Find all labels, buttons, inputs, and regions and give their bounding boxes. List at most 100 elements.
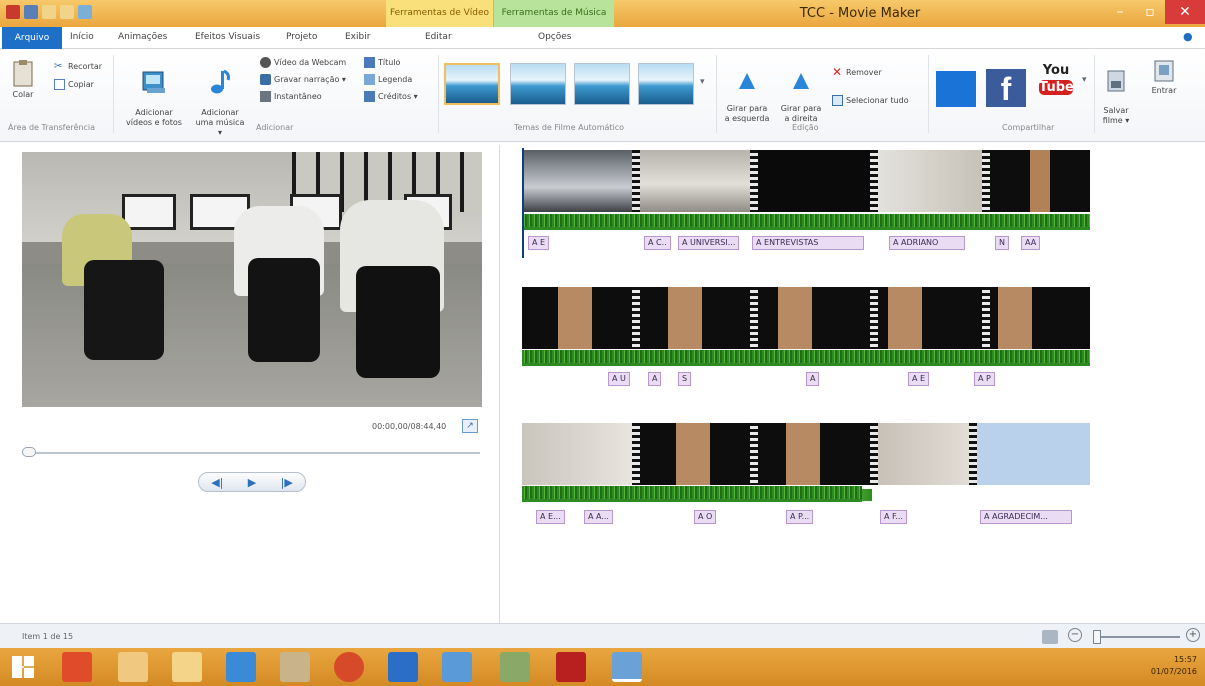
taskbar-app-icon[interactable] [280, 652, 310, 682]
taskbar-app-icon[interactable] [388, 652, 418, 682]
play-button[interactable]: ▶ [248, 476, 256, 489]
taskbar-movie-maker-icon[interactable] [612, 652, 642, 682]
seek-thumb[interactable] [22, 447, 36, 457]
caption-tag[interactable]: N [995, 236, 1009, 250]
tab-visual-effects[interactable]: Efeitos Visuais [195, 32, 260, 42]
tab-edit[interactable]: Editar [425, 32, 452, 42]
theme-thumbnail-contemporary[interactable] [510, 63, 566, 105]
caption-tag[interactable]: AA [1021, 236, 1041, 250]
select-all-button[interactable]: Selecionar tudo [832, 95, 909, 106]
taskbar-app-icon[interactable] [118, 652, 148, 682]
caption-tag[interactable]: A UNIVERSI... [678, 236, 740, 250]
taskbar-acrobat-icon[interactable] [556, 652, 586, 682]
tab-options[interactable]: Opções [538, 32, 571, 42]
rotate-right-button[interactable]: Girar para a direita [776, 61, 826, 124]
youtube-share-icon[interactable]: You Tube [1036, 63, 1076, 109]
video-preview[interactable] [22, 152, 482, 407]
next-frame-button[interactable]: |▶ [281, 476, 293, 489]
caption-tag[interactable]: A O [694, 510, 717, 524]
taskbar-app-icon[interactable] [226, 652, 256, 682]
clip-thumbnail-interview[interactable] [878, 150, 982, 212]
taskbar-chrome-icon[interactable] [334, 652, 364, 682]
paste-button[interactable]: Colar [8, 59, 38, 100]
add-videos-photos-button[interactable]: Adicionar vídeos e fotos [118, 59, 190, 128]
caption-tag[interactable]: A AGRADECIM... [980, 510, 1072, 524]
caption-button[interactable]: Legenda [364, 74, 412, 85]
sign-in-button[interactable]: Entrar [1146, 59, 1182, 96]
clip-thumbnail[interactable] [522, 150, 632, 212]
rotate-left-button[interactable]: Girar para a esquerda [722, 61, 772, 124]
pane-divider[interactable] [499, 145, 500, 623]
taskbar-app-icon[interactable] [442, 652, 472, 682]
snapshot-button[interactable]: Instantâneo [260, 91, 322, 102]
caption-tag[interactable]: A C.. [644, 236, 671, 250]
audio-track[interactable] [522, 214, 1090, 230]
theme-thumbnail-default[interactable] [444, 63, 500, 105]
caption-tag[interactable]: A E [908, 372, 930, 386]
webcam-video-button[interactable]: Vídeo da Webcam [260, 57, 346, 68]
caption-tag[interactable]: A E... [536, 510, 565, 524]
tab-file[interactable]: Arquivo [2, 27, 62, 49]
context-tab-video-tools[interactable]: Ferramentas de Vídeo [386, 0, 494, 27]
zoom-slider[interactable] [1100, 636, 1180, 638]
audio-track[interactable] [522, 486, 862, 502]
thumbnail-size-icon[interactable] [1042, 630, 1058, 644]
storyboard-row[interactable] [522, 287, 1090, 349]
clip-thumbnail-interview[interactable] [878, 423, 977, 485]
seek-bar[interactable] [24, 452, 480, 454]
playhead[interactable] [522, 148, 524, 258]
audio-track[interactable] [522, 350, 1090, 366]
previous-frame-button[interactable]: ◀| [211, 476, 223, 489]
tab-project[interactable]: Projeto [286, 32, 317, 42]
context-tab-music-tools[interactable]: Ferramentas de Música [494, 0, 614, 27]
maximize-button[interactable]: ▫ [1135, 0, 1165, 24]
add-music-button[interactable]: Adicionar uma música ▾ [194, 59, 246, 138]
storyboard-row[interactable] [522, 150, 1090, 212]
caption-tag[interactable]: A [806, 372, 820, 386]
tab-home[interactable]: Início [70, 32, 94, 42]
clip-thumbnail-black[interactable] [758, 150, 870, 212]
zoom-slider-thumb[interactable] [1093, 630, 1101, 644]
close-button[interactable]: ✕ [1165, 0, 1205, 24]
save-movie-button[interactable]: Salvar filme ▾ [1098, 59, 1134, 126]
record-narration-button[interactable]: Gravar narração ▾ [260, 74, 346, 85]
caption-tag[interactable]: A P [974, 372, 995, 386]
share-gallery-more-icon[interactable]: ▾ [1082, 75, 1087, 85]
theme-thumbnail-fade[interactable] [638, 63, 694, 105]
caption-tag[interactable]: A E [528, 236, 550, 250]
app-icon[interactable] [6, 5, 20, 19]
caption-tag[interactable]: A [648, 372, 662, 386]
title-button[interactable]: Título [364, 57, 400, 68]
caption-tag[interactable]: A A... [584, 510, 613, 524]
caption-tag[interactable]: A ADRIANO [889, 236, 965, 250]
caption-tag[interactable]: A U [608, 372, 630, 386]
help-icon[interactable]: ● [1183, 30, 1193, 43]
customize-qat-icon[interactable] [78, 5, 92, 19]
zoom-in-icon[interactable]: + [1186, 628, 1200, 642]
system-tray-clock[interactable]: 15:57 01/07/2016 [1151, 654, 1197, 678]
clip-thumbnail[interactable] [990, 150, 1090, 212]
caption-tag[interactable]: A ENTREVISTAS [752, 236, 864, 250]
credits-button[interactable]: Créditos ▾ [364, 91, 418, 102]
clip-thumbnail-interview[interactable] [522, 423, 632, 485]
start-button-windows-icon[interactable] [12, 656, 34, 678]
tab-animations[interactable]: Animações [118, 32, 167, 42]
undo-icon[interactable] [42, 5, 56, 19]
taskbar-app-icon[interactable] [62, 652, 92, 682]
save-icon[interactable] [24, 5, 38, 19]
taskbar-folder-icon[interactable] [172, 652, 202, 682]
clip-thumbnail[interactable] [640, 150, 750, 212]
storyboard-empty-slot[interactable] [977, 423, 1090, 485]
cut-button[interactable]: ✂ Recortar [54, 61, 102, 72]
caption-tag[interactable]: S [678, 372, 692, 386]
tab-view[interactable]: Exibir [345, 32, 370, 42]
remove-button[interactable]: ✕ Remover [832, 66, 882, 78]
redo-icon[interactable] [60, 5, 74, 19]
copy-button[interactable]: Copiar [54, 79, 94, 90]
expand-preview-button[interactable]: ↗ [462, 419, 478, 433]
minimize-button[interactable]: – [1105, 0, 1135, 24]
themes-gallery-more-icon[interactable]: ▾ [700, 77, 705, 87]
clip-thumbnail-strip[interactable] [522, 287, 1090, 349]
storyboard-row[interactable] [522, 423, 977, 485]
caption-tag[interactable]: A P... [786, 510, 814, 524]
